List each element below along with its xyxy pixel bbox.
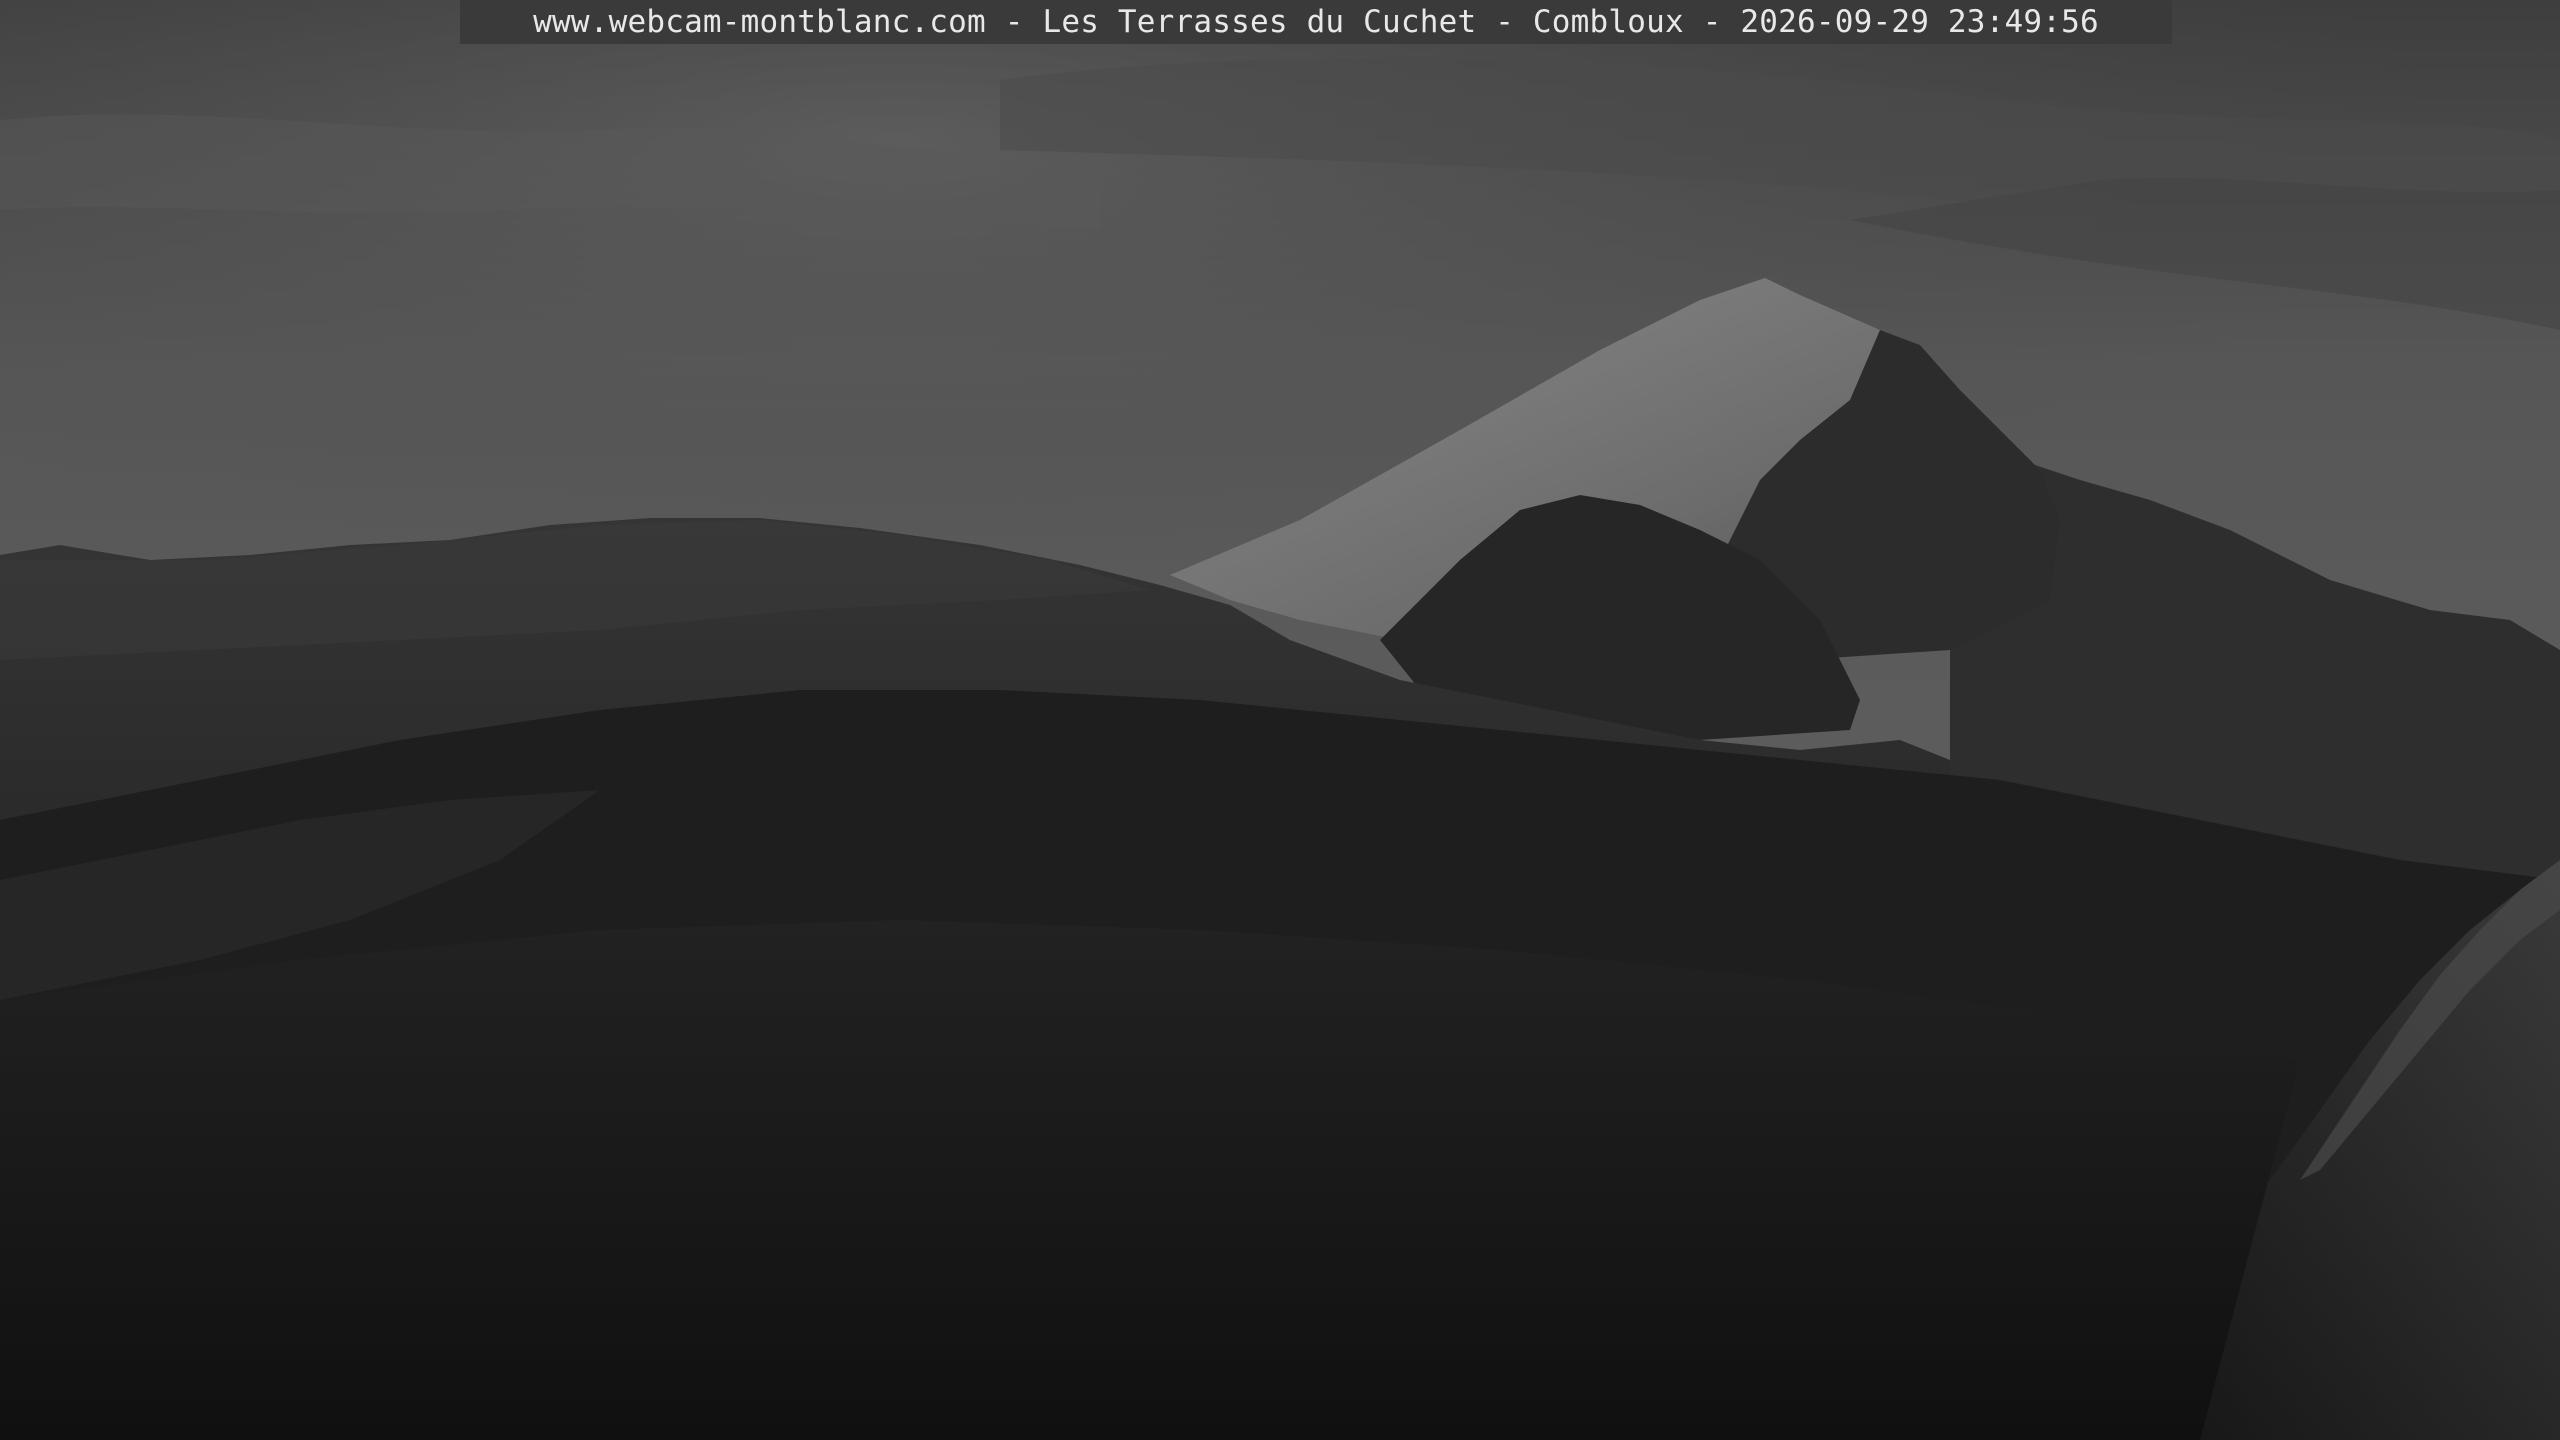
webcam-image: www.webcam-montblanc.com - Les Terrasses…	[0, 0, 2560, 1440]
night-mountain-scene	[0, 0, 2560, 1440]
timestamp-caption-bar: www.webcam-montblanc.com - Les Terrasses…	[460, 0, 2172, 44]
timestamp-caption: www.webcam-montblanc.com - Les Terrasses…	[533, 4, 2099, 40]
